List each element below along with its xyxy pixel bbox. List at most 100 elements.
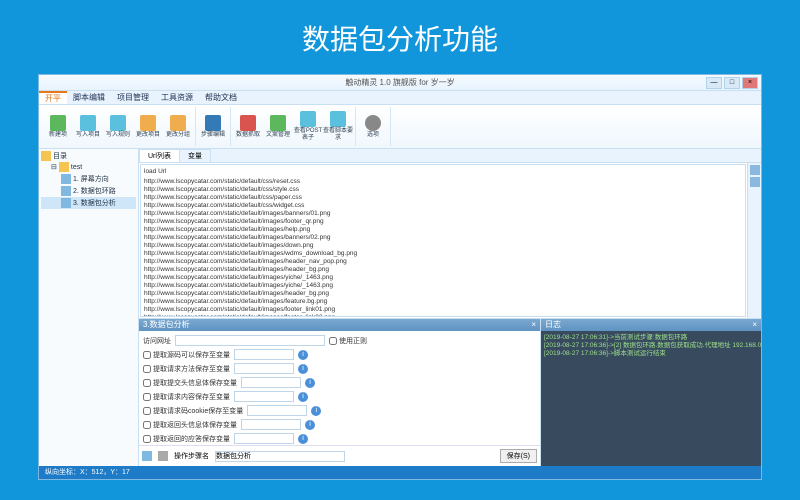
url-row[interactable]: http://www.lscopycatar.com/static/defaul…	[144, 274, 742, 282]
url-row[interactable]: http://www.lscopycatar.com/static/defaul…	[144, 258, 742, 266]
main-tabs: 开平 脚本编辑 项目管理 工具资源 帮助文档	[39, 91, 761, 105]
url-row[interactable]: http://www.lscopycatar.com/static/defaul…	[144, 186, 742, 194]
tab-project-manage[interactable]: 项目管理	[111, 91, 155, 104]
var-input[interactable]	[234, 363, 294, 374]
tab-script-edit[interactable]: 脚本编辑	[67, 91, 111, 104]
url-row[interactable]: http://www.lscopycatar.com/static/defaul…	[144, 242, 742, 250]
url-input[interactable]	[175, 335, 325, 346]
rbtn-new[interactable]: 新建项	[43, 107, 73, 146]
url-row[interactable]: http://www.lscopycatar.com/static/defaul…	[144, 282, 742, 290]
info-icon[interactable]: i	[298, 434, 308, 444]
item-icon	[61, 174, 71, 184]
tree-node-2[interactable]: 2. 数据包环路	[41, 185, 136, 197]
window-title: 触动精灵 1.0 旗舰版 for 岁一岁	[345, 77, 454, 88]
packet-title: 3.数据包分析	[143, 319, 190, 331]
extract-checkbox[interactable]: 提取返回头信息体保存变量	[143, 420, 237, 430]
url-row[interactable]: http://www.lscopycatar.com/static/defaul…	[144, 314, 742, 317]
info-icon[interactable]: i	[311, 406, 321, 416]
info-icon[interactable]: i	[298, 364, 308, 374]
rbtn-step-edit[interactable]: 步骤编辑	[198, 107, 228, 146]
url-row[interactable]: http://www.lscopycatar.com/static/defaul…	[144, 194, 742, 202]
url-row[interactable]: http://www.lscopycatar.com/static/defaul…	[144, 266, 742, 274]
save-button[interactable]: 保存(S)	[500, 449, 537, 463]
url-row[interactable]: http://www.lscopycatar.com/static/defaul…	[144, 234, 742, 242]
tool-icon[interactable]	[750, 165, 760, 175]
tab-variables[interactable]: 变量	[179, 149, 211, 162]
log-line: [2019-08-27 17:06:31]->当前测试步骤:数据包环路	[544, 334, 758, 342]
folder-icon	[59, 162, 69, 172]
rbtn-edit-group[interactable]: 更改分组	[163, 107, 193, 146]
rbtn-view-post[interactable]: 查看POST表子	[293, 107, 323, 146]
maximize-button[interactable]: □	[724, 77, 740, 89]
url-row[interactable]: http://www.lscopycatar.com/static/defaul…	[144, 250, 742, 258]
ribbon: 新建项 写入项目 写入规则 更改项目 更改分组 步骤编辑 数据抓取 文案管理 查…	[39, 105, 761, 149]
item-icon	[61, 186, 71, 196]
var-input[interactable]	[234, 349, 294, 360]
item-icon	[61, 198, 71, 208]
url-row[interactable]: http://www.lscopycatar.com/static/defaul…	[144, 218, 742, 226]
folder-icon	[41, 151, 51, 161]
tree-panel: 目录 ⊟test 1. 屏幕方向 2. 数据包环路 3. 数据包分析	[39, 149, 139, 466]
rbtn-options[interactable]: 选项	[358, 107, 388, 146]
packet-panel: 3.数据包分析 × 访问网址 使用正则 提取源码可以保存至变量 i 提取请求方法保存至…	[139, 319, 541, 466]
coords-display: 纵向坐标：X：512，Y：17	[45, 466, 130, 479]
page-banner: 数据包分析功能	[0, 0, 800, 74]
tree-node-3[interactable]: 3. 数据包分析	[41, 197, 136, 209]
var-input[interactable]	[234, 433, 294, 444]
rbtn-text-manage[interactable]: 文案管理	[263, 107, 293, 146]
extract-checkbox[interactable]: 提取请求码cookie保存至变量	[143, 406, 243, 416]
tab-url-list[interactable]: Url列表	[139, 149, 180, 162]
side-toolbar	[747, 163, 761, 318]
url-row[interactable]: http://www.lscopycatar.com/static/defaul…	[144, 306, 742, 314]
var-input[interactable]	[234, 391, 294, 402]
tab-kaiping[interactable]: 开平	[39, 91, 67, 104]
log-panel: 日志× [2019-08-27 17:06:31]->当前测试步骤:数据包环路[…	[541, 319, 761, 466]
rbtn-import-rule[interactable]: 写入规则	[103, 107, 133, 146]
titlebar: 触动精灵 1.0 旗舰版 for 岁一岁 — □ ×	[39, 75, 761, 91]
info-icon[interactable]: i	[305, 420, 315, 430]
step-label: 操作步骤名	[174, 451, 209, 461]
url-row[interactable]: http://www.lscopycatar.com/static/defaul…	[144, 226, 742, 234]
extract-checkbox[interactable]: 提取返回的应答保存变量	[143, 434, 230, 444]
info-icon[interactable]: i	[298, 350, 308, 360]
tool-icon[interactable]	[750, 177, 760, 187]
info-icon[interactable]: i	[305, 378, 315, 388]
regex-checkbox[interactable]: 使用正则	[329, 336, 367, 346]
url-list-pane[interactable]: load Url http://www.lscopycatar.com/stat…	[140, 164, 746, 317]
url-row[interactable]: http://www.lscopycatar.com/static/defaul…	[144, 298, 742, 306]
url-label: 访问网址	[143, 336, 171, 346]
rbtn-edit-project[interactable]: 更改项目	[133, 107, 163, 146]
panel-close-icon[interactable]: ×	[531, 319, 536, 331]
extract-checkbox[interactable]: 提取请求方法保存至变量	[143, 364, 230, 374]
tree-root[interactable]: 目录	[41, 151, 136, 161]
tree-node-1[interactable]: 1. 屏幕方向	[41, 173, 136, 185]
info-icon[interactable]: i	[298, 392, 308, 402]
extract-checkbox[interactable]: 提取源码可以保存至变量	[143, 350, 230, 360]
rbtn-data-capture[interactable]: 数据抓取	[233, 107, 263, 146]
url-row[interactable]: http://www.lscopycatar.com/static/defaul…	[144, 210, 742, 218]
url-row[interactable]: http://www.lscopycatar.com/static/defaul…	[144, 202, 742, 210]
minimize-button[interactable]: —	[706, 77, 722, 89]
extract-checkbox[interactable]: 提取提交头信息体保存变量	[143, 378, 237, 388]
tab-tools[interactable]: 工具资源	[155, 91, 199, 104]
status-bar: 纵向坐标：X：512，Y：17	[39, 466, 761, 479]
log-line: [2019-08-27 17:06:36]->[2] 数据包环路.数据包获取成功…	[544, 342, 758, 350]
url-row[interactable]: http://www.lscopycatar.com/static/defaul…	[144, 178, 742, 186]
tree-node-test[interactable]: ⊟test	[41, 161, 136, 173]
var-input[interactable]	[247, 405, 307, 416]
rbtn-view-script[interactable]: 查看脚本要求	[323, 107, 353, 146]
tab-help[interactable]: 帮助文档	[199, 91, 243, 104]
step-name-input[interactable]	[215, 451, 345, 462]
var-input[interactable]	[241, 377, 301, 388]
close-button[interactable]: ×	[742, 77, 758, 89]
panel-close-icon[interactable]: ×	[752, 319, 757, 331]
log-line: [2019-08-27 17:06:36]->脚本测试运行结束	[544, 350, 758, 358]
log-body[interactable]: [2019-08-27 17:06:31]->当前测试步骤:数据包环路[2019…	[541, 331, 761, 466]
app-window: 触动精灵 1.0 旗舰版 for 岁一岁 — □ × 开平 脚本编辑 项目管理 …	[38, 74, 762, 480]
user-icon	[142, 451, 152, 461]
extract-checkbox[interactable]: 提取请求内容保存至变量	[143, 392, 230, 402]
rbtn-import-project[interactable]: 写入项目	[73, 107, 103, 146]
url-row[interactable]: http://www.lscopycatar.com/static/defaul…	[144, 290, 742, 298]
log-title: 日志	[545, 319, 561, 331]
var-input[interactable]	[241, 419, 301, 430]
